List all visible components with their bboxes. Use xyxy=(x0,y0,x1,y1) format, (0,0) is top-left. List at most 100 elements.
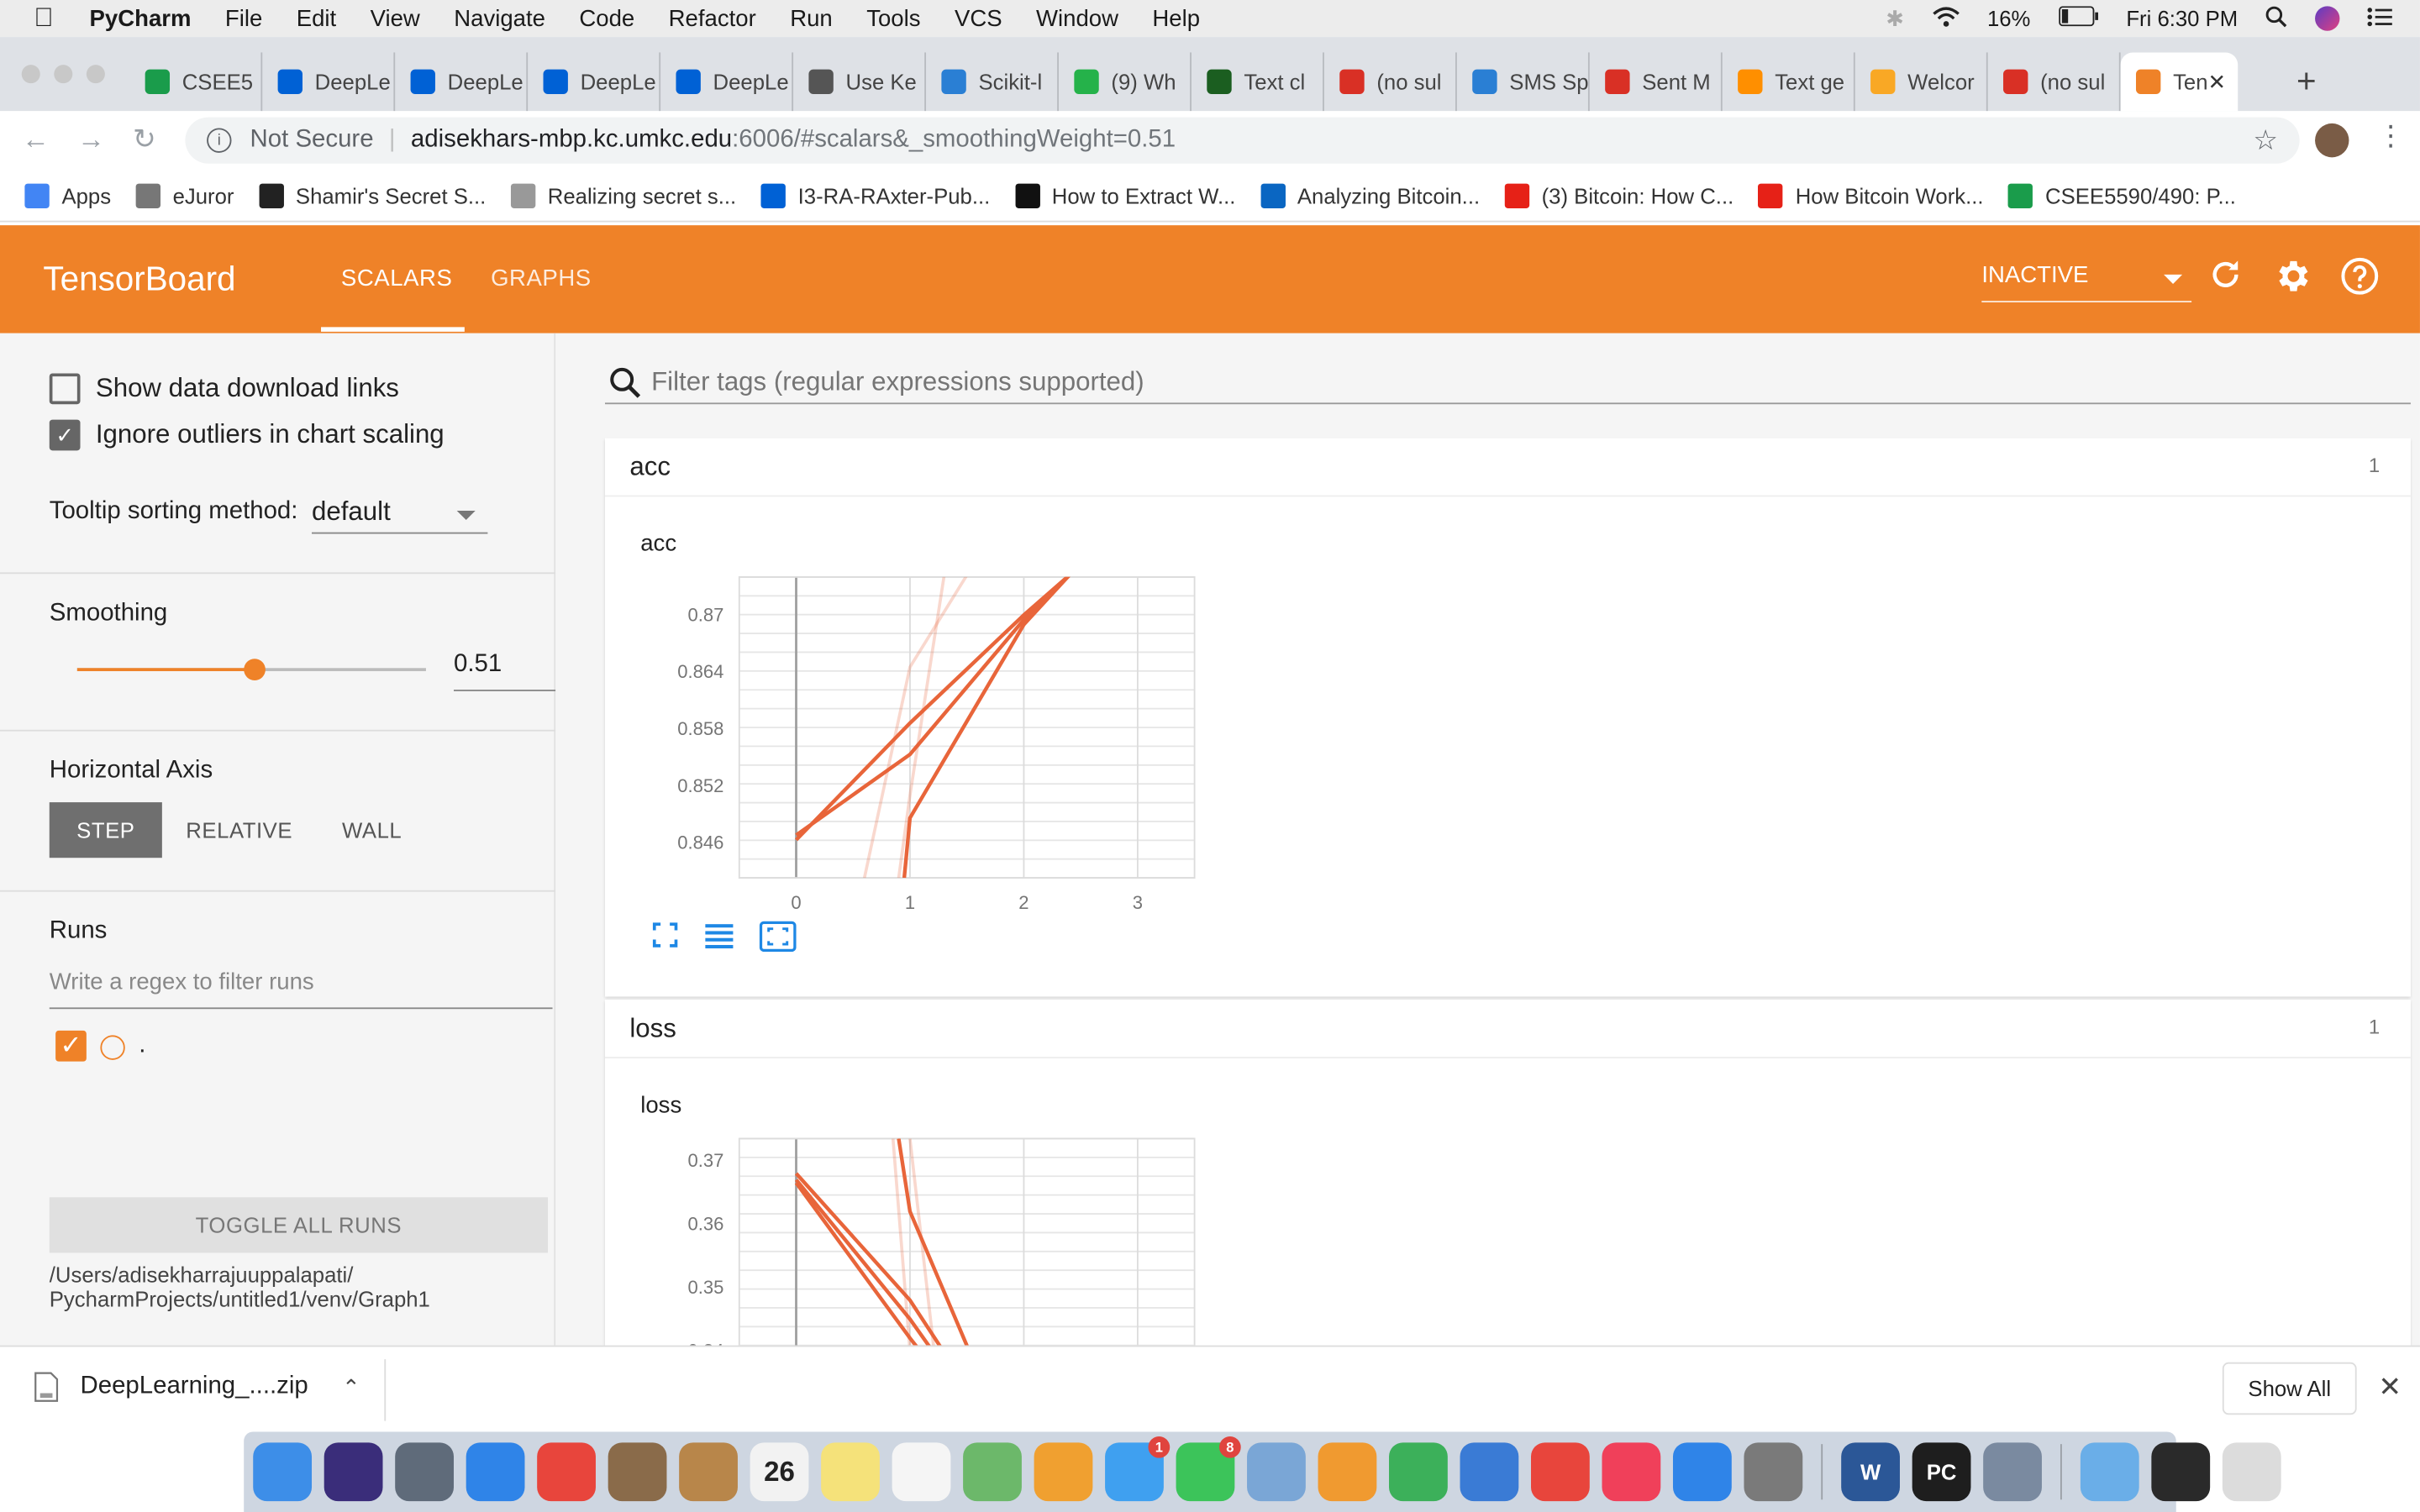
tooltip-sorting-select[interactable]: default xyxy=(312,496,488,534)
toggle-log-scale-icon[interactable] xyxy=(704,921,735,949)
bookmark-item[interactable]: How Bitcoin Work... xyxy=(1758,182,1984,208)
bookmark-item[interactable]: How to Extract W... xyxy=(1014,182,1235,208)
image-capture-icon[interactable] xyxy=(1983,1442,2042,1502)
bluetooth-icon[interactable]: ✱ xyxy=(1886,5,1904,31)
browser-tab[interactable]: Ten ✕ xyxy=(2120,52,2238,112)
menu-app-name[interactable]: PyCharm xyxy=(90,5,192,31)
reminders-icon[interactable] xyxy=(892,1442,951,1502)
browser-tab[interactable]: DeepLe xyxy=(262,52,396,112)
maps-icon[interactable] xyxy=(963,1442,1022,1502)
messages-icon[interactable]: 1 xyxy=(1105,1436,1171,1502)
browser-tab[interactable]: Sent M xyxy=(1590,52,1723,112)
tab-scalars[interactable]: SCALARS xyxy=(341,265,453,291)
menu-refactor[interactable]: Refactor xyxy=(669,5,756,31)
axis-wall-button[interactable]: WALL xyxy=(321,802,423,858)
launchpad-icon[interactable] xyxy=(395,1442,454,1502)
menu-view[interactable]: View xyxy=(371,5,420,31)
browser-tab[interactable]: Text ge xyxy=(1723,52,1855,112)
siri-icon[interactable] xyxy=(324,1442,383,1502)
menu-edit[interactable]: Edit xyxy=(297,5,336,31)
toggle-all-runs-button[interactable]: TOGGLE ALL RUNS xyxy=(49,1197,549,1253)
browser-tab[interactable]: Use Ke xyxy=(793,52,927,112)
fullscreen-icon[interactable] xyxy=(651,921,679,949)
safari-icon[interactable] xyxy=(466,1442,525,1502)
chevron-up-icon[interactable]: ⌃ xyxy=(342,1374,360,1400)
browser-tab[interactable]: Welcor xyxy=(1855,52,1988,112)
notification-center-icon[interactable] xyxy=(2367,6,2392,30)
browser-tab[interactable]: (no sul xyxy=(1988,52,2121,112)
show-all-downloads-button[interactable]: Show All xyxy=(2222,1362,2357,1415)
loss-line-chart[interactable]: 0.370.360.350.340.330123 xyxy=(605,1123,1223,1346)
bookmark-item[interactable]: eJuror xyxy=(135,182,234,208)
browser-tab[interactable]: (9) Wh xyxy=(1059,52,1192,112)
bookmark-item[interactable]: Realizing secret s... xyxy=(510,182,736,208)
apple-menu-icon[interactable]:  xyxy=(34,4,61,33)
address-bar[interactable]: i Not Secure | adisekhars-mbp.kc.umkc.ed… xyxy=(185,117,2300,164)
bookmark-item[interactable]: I3-RA-RAxter-Pub... xyxy=(760,182,990,208)
minimize-window-button[interactable] xyxy=(54,65,73,84)
fit-domain-icon[interactable] xyxy=(759,921,797,953)
battery-icon[interactable] xyxy=(2058,6,2098,30)
browser-tab[interactable]: DeepLe xyxy=(395,52,529,112)
bookmark-item[interactable]: Shamir's Secret S... xyxy=(258,182,486,208)
browser-tab[interactable]: CSEE5 xyxy=(129,52,263,112)
show-download-links-checkbox[interactable] xyxy=(49,373,81,405)
numbers-icon[interactable] xyxy=(1389,1442,1448,1502)
notebook-icon[interactable] xyxy=(679,1442,738,1502)
news-icon[interactable] xyxy=(1531,1442,1590,1502)
help-icon[interactable] xyxy=(2339,256,2380,307)
preview-icon[interactable] xyxy=(1247,1442,1306,1502)
menu-vcs[interactable]: VCS xyxy=(955,5,1002,31)
battery-percent[interactable]: 16% xyxy=(1987,6,2030,30)
browser-menu-icon[interactable]: ⋮ xyxy=(2377,120,2405,153)
pages-icon[interactable] xyxy=(1318,1442,1377,1502)
browser-tab[interactable]: (no sul xyxy=(1324,52,1457,112)
facetime-icon[interactable]: 8 xyxy=(1176,1436,1241,1502)
chrome-icon[interactable] xyxy=(537,1442,596,1502)
back-arrow-icon[interactable]: ← xyxy=(22,123,50,156)
menu-run[interactable]: Run xyxy=(790,5,833,31)
axis-relative-button[interactable]: RELATIVE xyxy=(176,802,302,858)
refresh-icon[interactable] xyxy=(2207,256,2244,304)
smoothing-value-input[interactable]: 0.51 xyxy=(453,651,556,691)
download-item[interactable]: DeepLearning_....zip ⌃ xyxy=(34,1372,360,1403)
runs-filter-input[interactable]: Write a regex to filter runs xyxy=(49,969,553,1010)
smoothing-slider-thumb[interactable] xyxy=(244,659,266,680)
show-download-links-option[interactable]: Show data download links xyxy=(49,373,399,405)
bookmark-item[interactable]: CSEE5590/490: P... xyxy=(2007,182,2236,208)
tag-filter-input[interactable]: Filter tags (regular expressions support… xyxy=(604,361,2411,405)
browser-tab[interactable]: Text cl xyxy=(1192,52,1324,112)
keynote-icon[interactable] xyxy=(1460,1442,1519,1502)
menu-help[interactable]: Help xyxy=(1152,5,1200,31)
app-store-icon[interactable] xyxy=(1672,1442,1732,1502)
profile-avatar[interactable] xyxy=(2315,123,2349,158)
wifi-icon[interactable] xyxy=(1932,5,1960,31)
new-tab-button[interactable]: + xyxy=(2296,61,2317,102)
run-checkbox[interactable]: ✓ xyxy=(55,1030,87,1062)
menu-clock[interactable]: Fri 6:30 PM xyxy=(2126,6,2238,30)
pycharm-icon[interactable]: PC xyxy=(1912,1442,1971,1502)
close-window-button[interactable] xyxy=(21,65,40,84)
bookmark-star-icon[interactable]: ☆ xyxy=(2253,124,2278,157)
close-icon[interactable]: ✕ xyxy=(2378,1372,2402,1404)
siri-icon[interactable] xyxy=(2315,6,2340,31)
bookmark-item[interactable]: Analyzing Bitcoin... xyxy=(1260,182,1480,208)
word-icon[interactable]: W xyxy=(1841,1442,1900,1502)
notes-icon[interactable] xyxy=(821,1442,880,1502)
menu-file[interactable]: File xyxy=(225,5,262,31)
axis-step-button[interactable]: STEP xyxy=(49,802,162,858)
browser-tab[interactable]: SMS Sp xyxy=(1457,52,1590,112)
mail-bird-icon[interactable] xyxy=(608,1442,667,1502)
close-tab-icon[interactable]: ✕ xyxy=(2208,69,2227,95)
ignore-outliers-checkbox[interactable]: ✓ xyxy=(49,419,81,451)
bookmark-item[interactable]: Apps xyxy=(24,182,111,208)
reload-icon[interactable]: ↻ xyxy=(133,123,156,156)
site-info-icon[interactable]: i xyxy=(207,128,232,153)
music-icon[interactable] xyxy=(1602,1442,1661,1502)
trash-icon[interactable] xyxy=(2222,1442,2281,1502)
terminal-icon[interactable] xyxy=(2151,1442,2211,1502)
browser-tab[interactable]: DeepLe xyxy=(660,52,794,112)
plugin-select-dropdown[interactable]: INACTIVE xyxy=(1981,262,2192,302)
finder-icon[interactable] xyxy=(253,1442,313,1502)
menu-tools[interactable]: Tools xyxy=(866,5,920,31)
